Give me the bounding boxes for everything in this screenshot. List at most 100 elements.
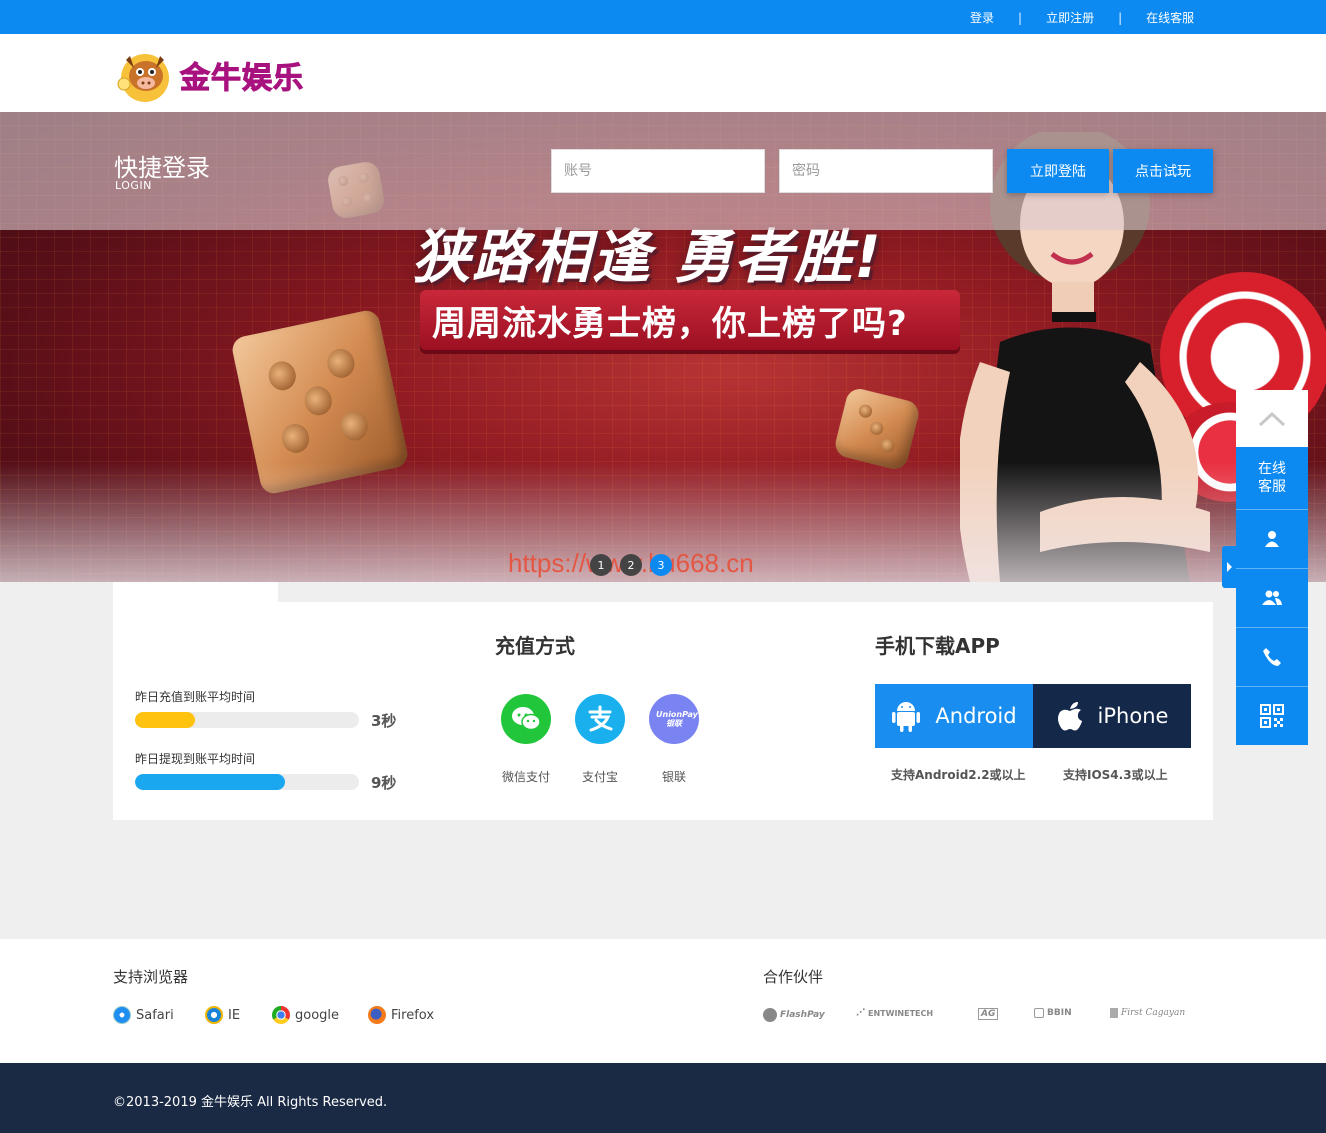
withdraw-time-bar: [135, 774, 359, 790]
side-float-menu: 在线 客服: [1236, 390, 1308, 745]
ios-requirement: 支持IOS4.3或以上: [1063, 768, 1168, 782]
withdraw-time-value: 9秒: [371, 774, 397, 792]
android-label: Android: [935, 704, 1017, 728]
partner-flashpay: FlashPay: [763, 1008, 825, 1022]
top-links: 登录 | 立即注册 | 在线客服: [970, 9, 1194, 26]
browser-google[interactable]: google: [272, 1006, 339, 1024]
browser-firefox[interactable]: Firefox: [368, 1006, 434, 1024]
browser-safari[interactable]: Safari: [113, 1006, 174, 1024]
side-service-label: 客服: [1258, 479, 1286, 495]
footer-info: 支持浏览器 Safari IE google Firefox 合作伙伴 Flas…: [0, 939, 1326, 1063]
trial-button[interactable]: 点击试玩: [1113, 149, 1213, 193]
wechat-pay[interactable]: 微信支付: [496, 694, 556, 785]
browser-label: Firefox: [391, 1007, 435, 1023]
apple-icon: [1056, 700, 1084, 732]
flashpay-icon: [763, 1008, 777, 1022]
register-link[interactable]: 立即注册: [1046, 9, 1094, 26]
partners-title: 合作伙伴: [763, 968, 824, 986]
footer-bottom: ©2013-2019 金牛娱乐 All Rights Reserved.: [0, 1063, 1326, 1133]
top-bar: 登录 | 立即注册 | 在线客服: [0, 0, 1326, 34]
alipay-label: 支付宝: [581, 770, 618, 784]
alipay-icon: [575, 694, 625, 744]
phone-icon: [1262, 647, 1282, 667]
copyright-text: ©2013-2019 金牛娱乐 All Rights Reserved.: [113, 1095, 388, 1110]
browser-label: google: [295, 1007, 340, 1023]
android-download-button[interactable]: Android: [875, 684, 1033, 748]
quick-login-title: 快捷登录: [114, 154, 210, 182]
side-qrcode-button[interactable]: [1236, 686, 1308, 745]
side-online-service[interactable]: 在线 客服: [1236, 447, 1308, 509]
partner-ag: AG: [978, 1008, 999, 1020]
caret-right-icon: [1226, 562, 1232, 572]
unionpay[interactable]: UnionPay 银联 银联: [644, 694, 704, 785]
iphone-download-button[interactable]: iPhone: [1033, 684, 1191, 748]
partner-label: FlashPay: [780, 1010, 825, 1020]
back-to-top-button[interactable]: [1236, 390, 1308, 447]
separator: |: [1018, 10, 1023, 25]
deposit-time-bar: [135, 712, 359, 728]
side-phone-button[interactable]: [1236, 627, 1308, 686]
ie-icon: [205, 1006, 223, 1024]
first-cagayan-icon: [1110, 1008, 1118, 1018]
partner-label: AG: [978, 1008, 999, 1020]
side-user-button[interactable]: [1236, 509, 1308, 568]
panel-tab: [113, 582, 278, 604]
alipay[interactable]: 支付宝: [570, 694, 630, 785]
hero-banner: 狭路相逢 勇者胜! 周周流水勇士榜，你上榜了吗? 快捷登录 LOGIN 立即登陆…: [0, 112, 1326, 582]
android-requirement: 支持Android2.2或以上: [891, 768, 1026, 782]
banner-page-dot-active[interactable]: 3: [650, 554, 672, 576]
entwinetech-icon: ⋰: [856, 1008, 865, 1018]
side-group-button[interactable]: [1236, 568, 1308, 627]
users-icon: [1262, 589, 1282, 607]
partner-bbin: BBIN: [1034, 1008, 1072, 1018]
iphone-label: iPhone: [1097, 704, 1169, 728]
withdraw-time-label: 昨日提现到账平均时间: [135, 752, 256, 766]
android-icon: [891, 699, 921, 733]
safari-icon: [113, 1006, 131, 1024]
bbin-icon: [1034, 1008, 1044, 1018]
logo[interactable]: 金牛娱乐: [116, 46, 304, 104]
unionpay-label: 银联: [661, 770, 686, 784]
chrome-icon: [272, 1006, 290, 1024]
login-link[interactable]: 登录: [970, 9, 994, 26]
logo-text: 金牛娱乐: [180, 61, 304, 97]
header: 金牛娱乐: [0, 34, 1326, 112]
login-button[interactable]: 立即登陆: [1007, 149, 1109, 193]
partner-first-cagayan: First Cagayan: [1110, 1008, 1185, 1018]
browser-ie[interactable]: IE: [205, 1006, 240, 1024]
bull-mascot-icon: [116, 46, 174, 104]
recharge-title: 充值方式: [495, 634, 575, 658]
partner-label: ENTWINETECH: [868, 1008, 934, 1018]
banner-subline: 周周流水勇士榜，你上榜了吗?: [420, 290, 960, 350]
deposit-time-label: 昨日充值到账平均时间: [135, 690, 256, 704]
qrcode-icon: [1260, 704, 1284, 728]
unionpay-badge-text: UnionPay 银联: [656, 710, 698, 728]
browser-label: Safari: [136, 1007, 174, 1023]
account-input[interactable]: [551, 149, 765, 193]
partner-entwinetech: ⋰ ENTWINETECH: [856, 1008, 933, 1018]
chevron-up-icon: [1258, 411, 1286, 427]
separator: |: [1118, 10, 1123, 25]
partner-label: First Cagayan: [1121, 1008, 1186, 1018]
wechat-icon: [501, 694, 551, 744]
unionpay-icon: UnionPay 银联: [649, 694, 699, 744]
banner-page-dot[interactable]: 2: [620, 554, 642, 576]
quick-login-subtitle: LOGIN: [115, 179, 152, 192]
online-service-link[interactable]: 在线客服: [1146, 9, 1194, 26]
side-service-label: 在线: [1258, 461, 1286, 477]
banner-pagination: 1 2 3: [590, 554, 672, 576]
info-panel: 昨日充值到账平均时间 3秒 昨日提现到账平均时间 9秒 充值方式 微信支付 支付…: [113, 602, 1213, 820]
app-download-title: 手机下载APP: [875, 634, 1000, 658]
side-collapse-tab[interactable]: [1222, 546, 1236, 588]
banner-page-dot[interactable]: 1: [590, 554, 612, 576]
password-input[interactable]: [779, 149, 993, 193]
partner-label: BBIN: [1047, 1008, 1072, 1018]
firefox-icon: [368, 1006, 386, 1024]
browsers-title: 支持浏览器: [113, 968, 189, 986]
browser-label: IE: [228, 1007, 241, 1023]
quick-login-bar: 快捷登录 LOGIN 立即登陆 点击试玩: [0, 112, 1326, 230]
deposit-time-value: 3秒: [371, 712, 397, 730]
withdraw-time-bar-fill: [135, 774, 286, 790]
wechat-pay-label: 微信支付: [501, 770, 550, 784]
deposit-time-bar-fill: [135, 712, 196, 728]
